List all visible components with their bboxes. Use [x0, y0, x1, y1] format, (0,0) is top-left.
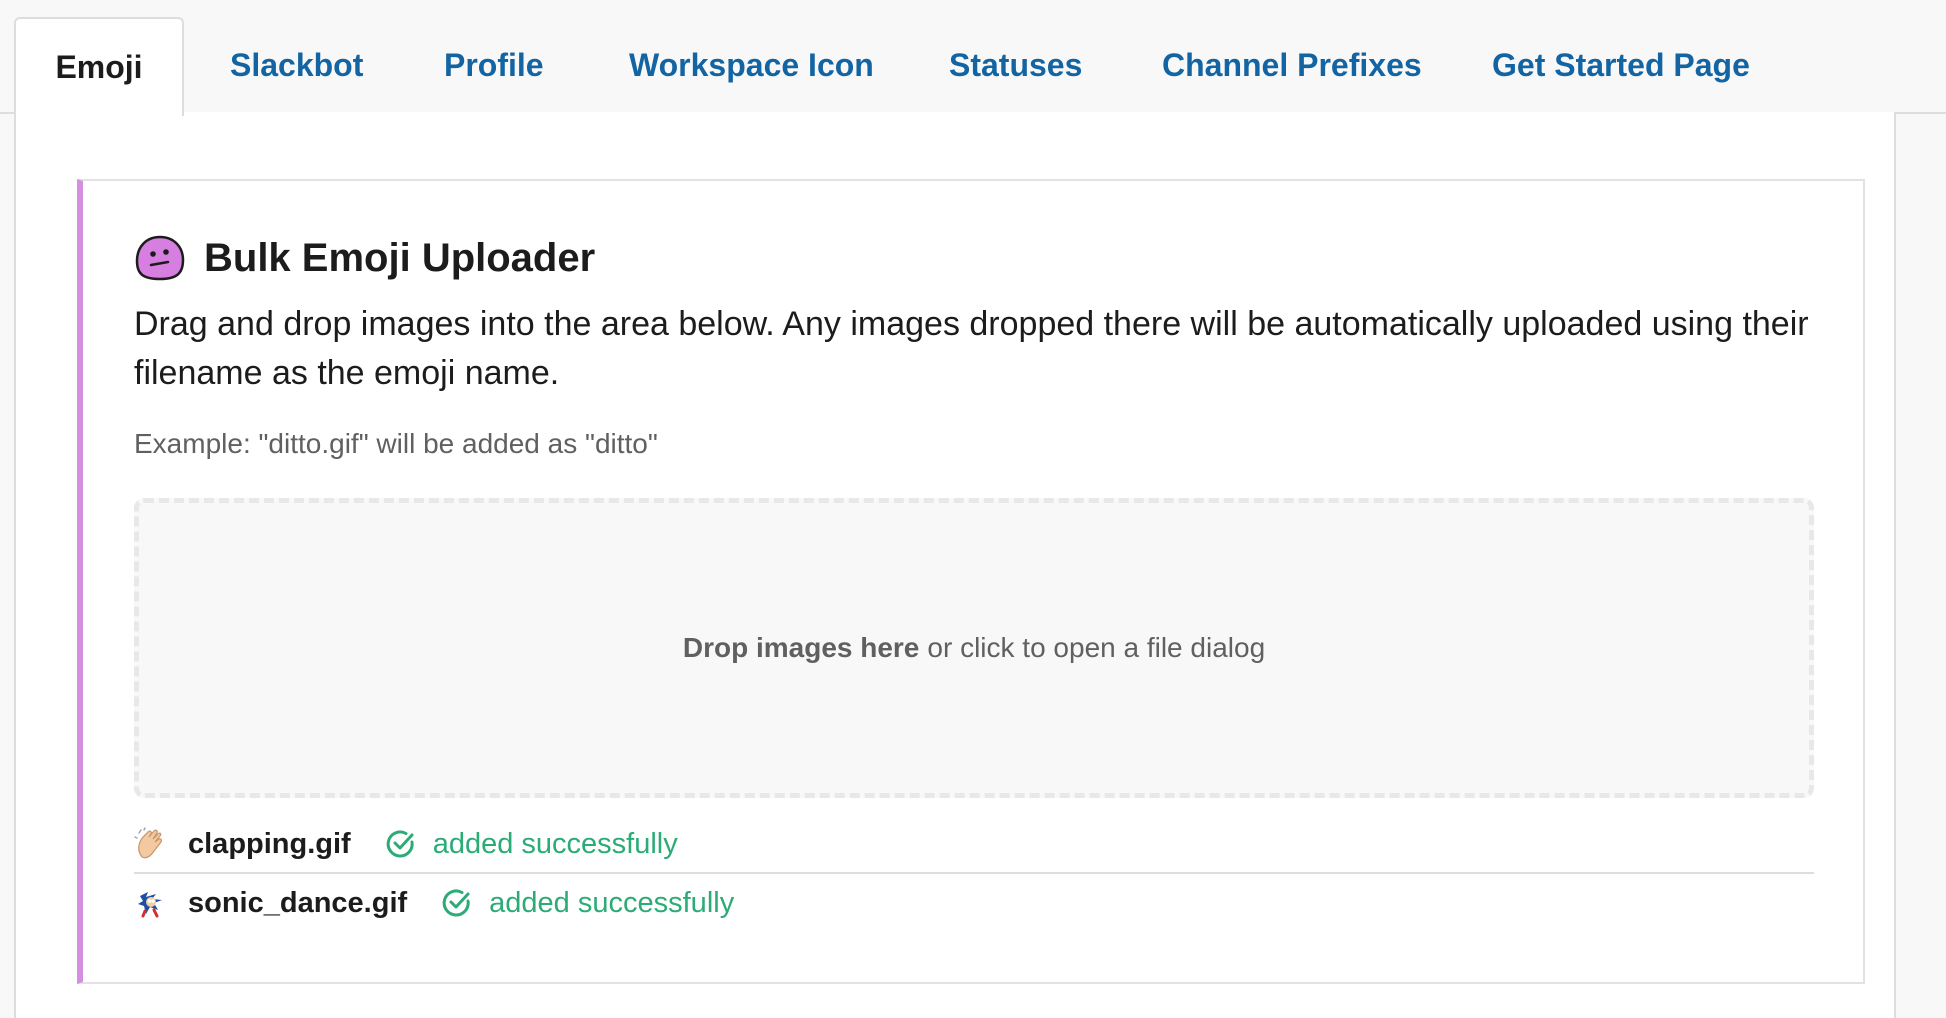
tab-emoji[interactable]: Emoji — [14, 17, 184, 116]
uploader-title: Bulk Emoji Uploader — [204, 235, 596, 280]
sonic-dance-icon — [138, 892, 162, 918]
uploader-header: Bulk Emoji Uploader — [134, 230, 595, 286]
uploader-example: Example: "ditto.gif" will be added as "d… — [134, 428, 658, 459]
tab-profile[interactable]: Profile — [444, 17, 544, 114]
check-circle-icon — [442, 889, 470, 917]
tab-slackbot-label: Slackbot — [230, 47, 364, 83]
upload-result-row: clapping.gif added successfully — [134, 816, 1814, 874]
upload-result-row: sonic_dance.gif added successfully — [134, 874, 1814, 932]
tab-bar: Emoji Slackbot Profile Workspace Icon St… — [0, 0, 1946, 116]
tab-emoji-label: Emoji — [55, 49, 143, 85]
uploader-description: Drag and drop images into the area below… — [134, 305, 1809, 392]
confused-blob-icon — [135, 235, 185, 281]
result-filename: clapping.gif — [188, 827, 351, 860]
tab-statuses-label: Statuses — [949, 47, 1083, 83]
result-status: added successfully — [489, 886, 735, 919]
tab-slackbot[interactable]: Slackbot — [230, 17, 363, 114]
dropzone-hint-text: or click to open a file dialog — [927, 632, 1266, 663]
tab-statuses[interactable]: Statuses — [949, 17, 1082, 114]
check-circle-icon — [386, 830, 414, 858]
result-filename: sonic_dance.gif — [188, 886, 408, 919]
result-status: added successfully — [432, 827, 678, 860]
tab-channel-prefixes-label: Channel Prefixes — [1162, 47, 1422, 83]
tab-workspace-icon-label: Workspace Icon — [629, 47, 874, 83]
tab-get-started-page-label: Get Started Page — [1492, 47, 1750, 83]
tab-profile-label: Profile — [444, 47, 544, 83]
tab-workspace-icon[interactable]: Workspace Icon — [629, 17, 874, 114]
tab-get-started-page[interactable]: Get Started Page — [1492, 17, 1750, 114]
clapping-hands-icon — [134, 827, 162, 859]
image-dropzone[interactable]: Drop images here or click to open a file… — [134, 498, 1814, 798]
dropzone-bold-text: Drop images here — [682, 632, 920, 663]
tab-channel-prefixes[interactable]: Channel Prefixes — [1162, 17, 1422, 114]
